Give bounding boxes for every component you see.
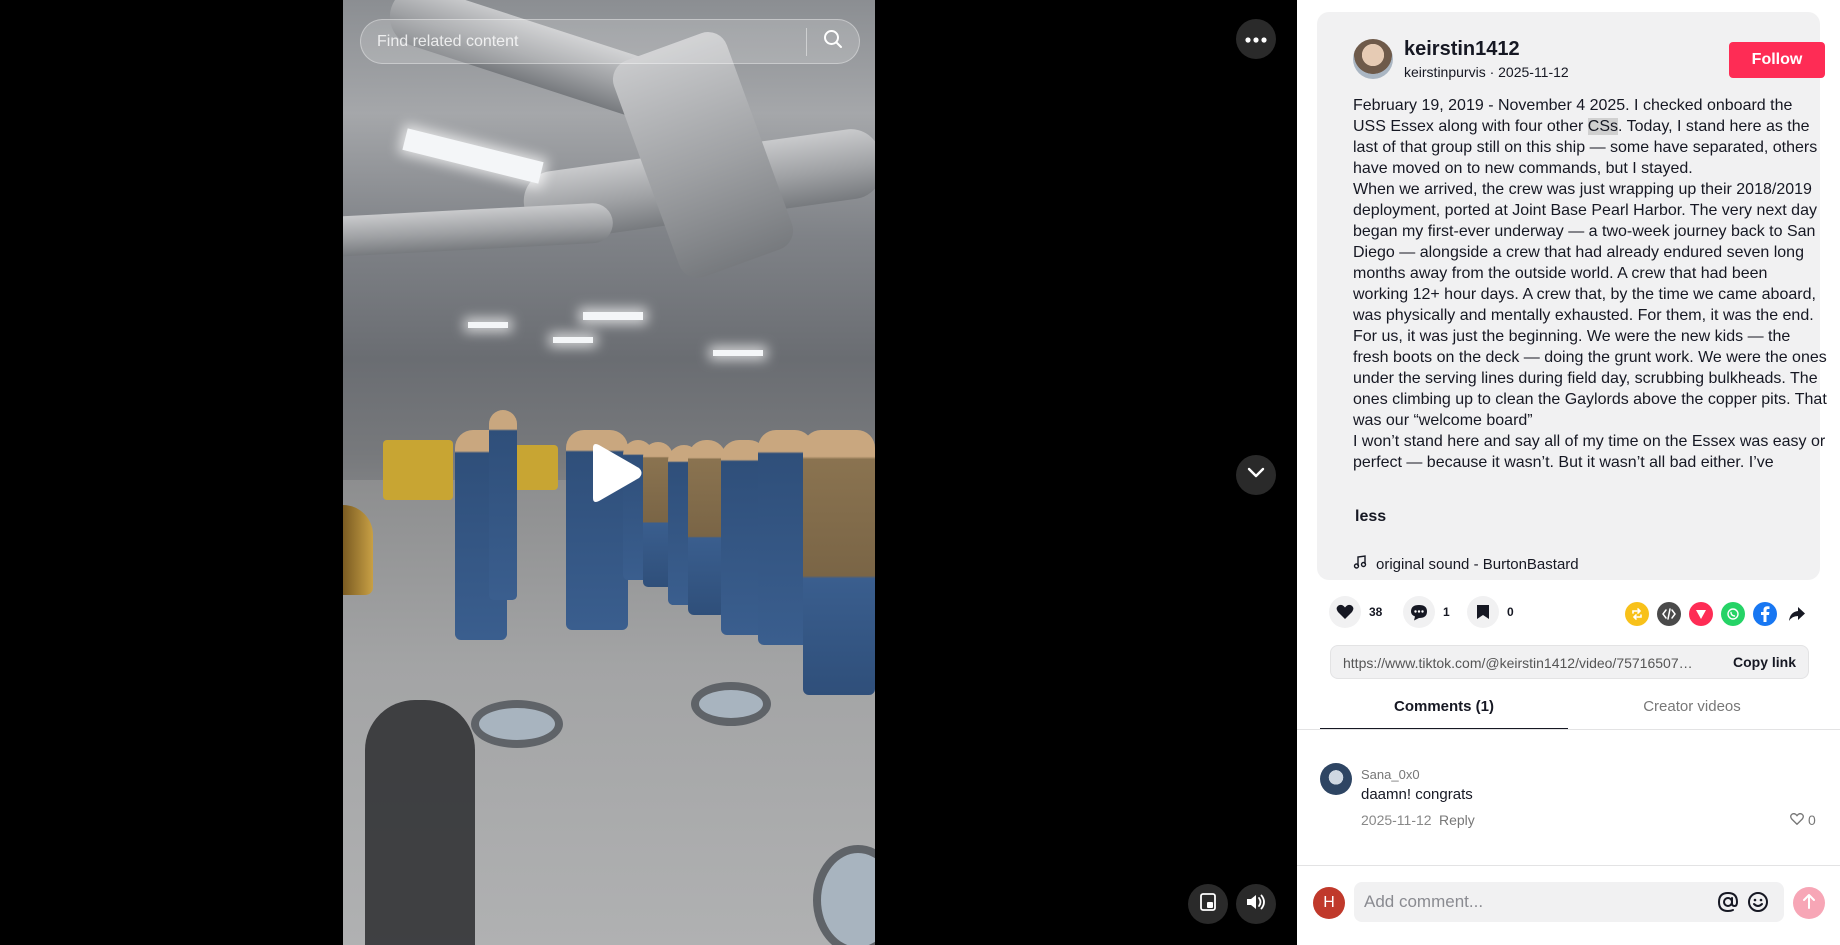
comment-input[interactable] (1364, 882, 1694, 922)
save-count: 0 (1507, 605, 1514, 619)
video-description: February 19, 2019 - November 4 2025. I c… (1353, 95, 1827, 497)
video-link-box: https://www.tiktok.com/@keirstin1412/vid… (1330, 645, 1809, 679)
arrow-up-icon (1802, 893, 1816, 914)
sailor-figure (803, 430, 875, 695)
mention-button[interactable] (1716, 890, 1740, 914)
pip-icon (1198, 892, 1218, 917)
author-username[interactable]: keirstin1412 (1404, 38, 1520, 61)
photographer-shadow (365, 700, 475, 945)
search-input[interactable] (361, 32, 806, 51)
share-arrow-icon[interactable] (1785, 602, 1809, 626)
tab-comments[interactable]: Comments (1) (1320, 698, 1568, 715)
panel-tabs: Comments (1) Creator videos (1320, 690, 1820, 730)
forklift (513, 445, 558, 490)
at-sign-icon (1716, 891, 1740, 918)
current-user-avatar[interactable]: H (1313, 887, 1345, 919)
commenter-avatar[interactable] (1320, 763, 1352, 795)
music-note-icon (1353, 555, 1367, 573)
comment-like-count: 0 (1808, 812, 1816, 828)
heart-icon (1329, 596, 1361, 628)
send-icon[interactable] (1689, 602, 1713, 626)
description-highlight: CSs (1587, 118, 1619, 135)
more-options-button[interactable] (1236, 19, 1276, 59)
repost-icon[interactable] (1625, 602, 1649, 626)
comment-like-button[interactable]: 0 (1790, 812, 1816, 828)
commenter-username[interactable]: Sana_0x0 (1361, 767, 1420, 782)
description-paragraph: February 19, 2019 - November 4 2025. I c… (1353, 95, 1827, 179)
tiktok-video-page: keirstin1412 keirstinpurvis · 2025-11-12… (0, 0, 1840, 945)
deck-plate (471, 700, 563, 748)
divider (1297, 729, 1840, 730)
author-meta: keirstinpurvis · 2025-11-12 (1404, 64, 1569, 80)
related-search-bar (360, 19, 860, 64)
deck-plate (691, 682, 771, 726)
ship-bell (343, 505, 373, 595)
chevron-down-icon (1247, 466, 1265, 484)
facebook-icon[interactable] (1753, 602, 1777, 626)
next-video-button[interactable] (1236, 455, 1276, 495)
post-comment-button[interactable] (1793, 887, 1825, 919)
smiley-icon (1746, 892, 1770, 918)
ceiling-light (553, 337, 593, 343)
overhead-pipe (343, 202, 614, 258)
description-paragraph: I won’t stand here and say all of my tim… (1353, 433, 1826, 471)
emoji-button[interactable] (1746, 890, 1770, 914)
search-icon (823, 29, 843, 54)
more-dots-icon (1245, 30, 1267, 48)
volume-button[interactable] (1236, 884, 1276, 924)
ceiling-light (468, 322, 508, 328)
video-area (0, 0, 1296, 945)
comment-item: Sana_0x0 daamn! congrats 2025-11-12 Repl… (1320, 763, 1820, 833)
copy-link-button[interactable]: Copy link (1733, 654, 1796, 670)
speaker-icon (1245, 892, 1267, 917)
comment-date: 2025-11-12 (1361, 812, 1432, 828)
like-count: 38 (1369, 605, 1383, 619)
ceiling-light (402, 128, 544, 184)
comment-bubble-icon (1403, 596, 1435, 628)
bookmark-icon (1467, 596, 1499, 628)
divider (1297, 865, 1840, 866)
actions-row: 38 1 0 (1329, 596, 1809, 630)
follow-button[interactable]: Follow (1729, 42, 1825, 78)
comment-text: daamn! congrats (1361, 786, 1473, 803)
play-button[interactable] (583, 442, 643, 504)
description-paragraph: When we arrived, the crew was just wrapp… (1353, 181, 1827, 429)
picture-in-picture-button[interactable] (1188, 884, 1228, 924)
sailor-figure (489, 410, 517, 600)
comment-composer (1354, 882, 1784, 922)
video-url[interactable]: https://www.tiktok.com/@keirstin1412/vid… (1343, 655, 1693, 671)
ceiling-light (583, 312, 643, 320)
play-icon (583, 444, 643, 508)
ceiling-light (713, 350, 763, 356)
author-avatar[interactable] (1353, 39, 1393, 79)
forklift (383, 440, 453, 500)
whatsapp-icon[interactable] (1721, 602, 1745, 626)
search-button[interactable] (807, 19, 859, 64)
comment-button[interactable]: 1 (1403, 596, 1450, 628)
video-info-card: keirstin1412 keirstinpurvis · 2025-11-12… (1317, 12, 1827, 580)
comment-count: 1 (1443, 605, 1450, 619)
embed-icon[interactable] (1657, 602, 1681, 626)
tab-creator-videos[interactable]: Creator videos (1568, 698, 1816, 715)
heart-outline-icon (1790, 812, 1804, 828)
music-label: original sound - BurtonBastard (1376, 555, 1579, 573)
like-button[interactable]: 38 (1329, 596, 1382, 628)
collapse-description-link[interactable]: less (1355, 508, 1386, 526)
comment-reply-button[interactable]: Reply (1439, 812, 1475, 828)
save-button[interactable]: 0 (1467, 596, 1514, 628)
music-link[interactable]: original sound - BurtonBastard (1353, 555, 1579, 573)
